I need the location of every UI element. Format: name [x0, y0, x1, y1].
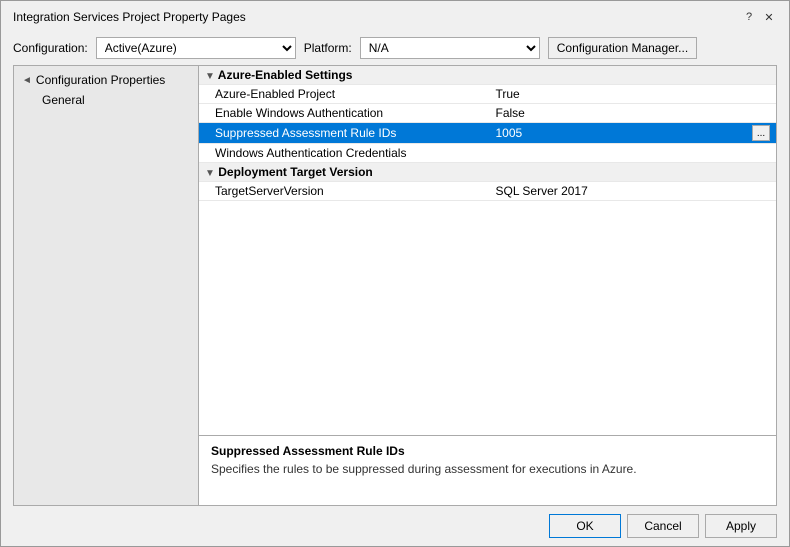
description-area: Suppressed Assessment Rule IDs Specifies… [199, 435, 776, 505]
footer: OK Cancel Apply [1, 506, 789, 546]
section-deployment-target[interactable]: ▼ Deployment Target Version [199, 163, 776, 182]
cancel-button[interactable]: Cancel [627, 514, 699, 538]
platform-select[interactable]: N/A [360, 37, 540, 59]
tree-arrow-icon: ◄ [22, 75, 32, 86]
prop-name-win-auth-creds: Windows Authentication Credentials [199, 144, 488, 163]
config-label: Configuration: [13, 41, 88, 55]
prop-row-suppressed-ids[interactable]: Suppressed Assessment Rule IDs 1005 ... [199, 123, 776, 144]
prop-value-windows-auth[interactable]: False [488, 104, 777, 123]
prop-name-target-server: TargetServerVersion [199, 182, 488, 201]
prop-value-suppressed-ids[interactable]: 1005 ... [488, 123, 777, 144]
section-toggle-azure[interactable]: ▼ [205, 71, 215, 82]
ellipsis-button[interactable]: ... [752, 125, 770, 141]
section-toggle-deployment[interactable]: ▼ [205, 168, 215, 179]
platform-label: Platform: [304, 41, 352, 55]
close-button[interactable]: ✕ [761, 9, 777, 25]
configuration-select[interactable]: Active(Azure) [96, 37, 296, 59]
prop-row-windows-auth[interactable]: Enable Windows Authentication False [199, 104, 776, 123]
prop-value-target-server[interactable]: SQL Server 2017 [488, 182, 777, 201]
section-azure-label: Azure-Enabled Settings [218, 68, 353, 82]
properties-area: ▼ Azure-Enabled Settings Azure-Enabled P… [199, 66, 776, 435]
prop-name-windows-auth: Enable Windows Authentication [199, 104, 488, 123]
title-bar-controls: ? ✕ [741, 9, 777, 25]
ok-button[interactable]: OK [549, 514, 621, 538]
property-table: ▼ Azure-Enabled Settings Azure-Enabled P… [199, 66, 776, 201]
tree-child-label: General [42, 93, 85, 107]
prop-value-win-auth-creds[interactable] [488, 144, 777, 163]
prop-row-win-auth-creds[interactable]: Windows Authentication Credentials [199, 144, 776, 163]
section-azure-settings[interactable]: ▼ Azure-Enabled Settings [199, 66, 776, 85]
config-manager-button[interactable]: Configuration Manager... [548, 37, 697, 59]
prop-value-azure-enabled[interactable]: True [488, 85, 777, 104]
tree-item-general[interactable]: General [14, 90, 198, 110]
title-bar: Integration Services Project Property Pa… [1, 1, 789, 31]
tree-item-config-properties[interactable]: ◄ Configuration Properties [14, 70, 198, 90]
description-text: Specifies the rules to be suppressed dur… [211, 462, 764, 476]
left-panel: ◄ Configuration Properties General [14, 66, 199, 505]
section-deployment-label: Deployment Target Version [218, 165, 372, 179]
content-area: ◄ Configuration Properties General ▼ Azu… [13, 65, 777, 506]
apply-button[interactable]: Apply [705, 514, 777, 538]
prop-row-azure-enabled[interactable]: Azure-Enabled Project True [199, 85, 776, 104]
prop-row-target-server[interactable]: TargetServerVersion SQL Server 2017 [199, 182, 776, 201]
description-title: Suppressed Assessment Rule IDs [211, 444, 764, 458]
prop-name-azure-enabled: Azure-Enabled Project [199, 85, 488, 104]
dialog-title: Integration Services Project Property Pa… [13, 10, 246, 24]
dialog: Integration Services Project Property Pa… [0, 0, 790, 547]
suppressed-ids-value: 1005 [496, 126, 523, 140]
right-panel: ▼ Azure-Enabled Settings Azure-Enabled P… [199, 66, 776, 505]
prop-name-suppressed-ids: Suppressed Assessment Rule IDs [199, 123, 488, 144]
help-button[interactable]: ? [741, 9, 757, 25]
toolbar-row: Configuration: Active(Azure) Platform: N… [1, 31, 789, 65]
tree-item-label: Configuration Properties [36, 73, 165, 87]
